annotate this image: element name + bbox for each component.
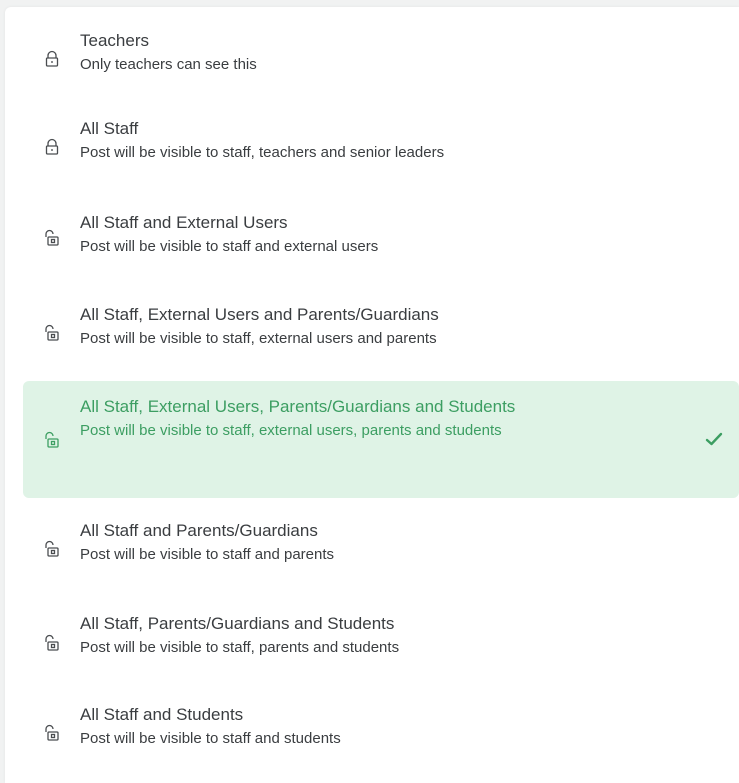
- option-title: All Staff, External Users, Parents/Guard…: [80, 397, 516, 416]
- option-title: All Staff and Parents/Guardians: [80, 521, 318, 540]
- visibility-option-all-staff[interactable]: All Staff Post will be visible to staff,…: [23, 112, 739, 186]
- visibility-dropdown-panel: Teachers Only teachers can see this All …: [5, 7, 739, 783]
- option-title: All Staff: [80, 119, 139, 138]
- lock-open-icon: [43, 634, 61, 652]
- visibility-option-staff-parents-students[interactable]: All Staff, Parents/Guardians and Student…: [23, 605, 739, 679]
- option-description: Only teachers can see this: [80, 56, 257, 73]
- option-description: Post will be visible to staff, external …: [80, 422, 502, 439]
- lock-closed-icon: [43, 50, 61, 68]
- visibility-option-staff-students[interactable]: All Staff and Students Post will be visi…: [23, 697, 739, 771]
- visibility-option-everyone-selected[interactable]: All Staff, External Users, Parents/Guard…: [23, 381, 739, 498]
- lock-closed-icon: [43, 138, 61, 156]
- option-title: All Staff, Parents/Guardians and Student…: [80, 614, 395, 633]
- lock-open-icon: [43, 229, 61, 247]
- lock-open-icon: [43, 724, 61, 742]
- checkmark-icon: [705, 431, 723, 447]
- visibility-option-teachers[interactable]: Teachers Only teachers can see this: [23, 24, 739, 98]
- visibility-option-staff-external[interactable]: All Staff and External Users Post will b…: [23, 203, 739, 277]
- option-description: Post will be visible to staff, external …: [80, 330, 437, 347]
- option-description: Post will be visible to staff, parents a…: [80, 639, 400, 656]
- visibility-option-staff-external-parents[interactable]: All Staff, External Users and Parents/Gu…: [23, 295, 739, 369]
- option-description: Post will be visible to staff, teachers …: [80, 144, 445, 161]
- visibility-option-staff-parents[interactable]: All Staff and Parents/Guardians Post wil…: [23, 513, 739, 587]
- option-title: All Staff and External Users: [80, 213, 288, 232]
- option-title: All Staff, External Users and Parents/Gu…: [80, 305, 439, 324]
- option-description: Post will be visible to staff and extern…: [80, 238, 379, 255]
- option-title: All Staff and Students: [80, 705, 244, 724]
- option-description: Post will be visible to staff and studen…: [80, 730, 341, 747]
- lock-open-icon: [43, 324, 61, 342]
- option-description: Post will be visible to staff and parent…: [80, 546, 335, 563]
- option-title: Teachers: [80, 31, 149, 50]
- lock-open-icon: [43, 540, 61, 558]
- lock-open-icon: [43, 431, 61, 449]
